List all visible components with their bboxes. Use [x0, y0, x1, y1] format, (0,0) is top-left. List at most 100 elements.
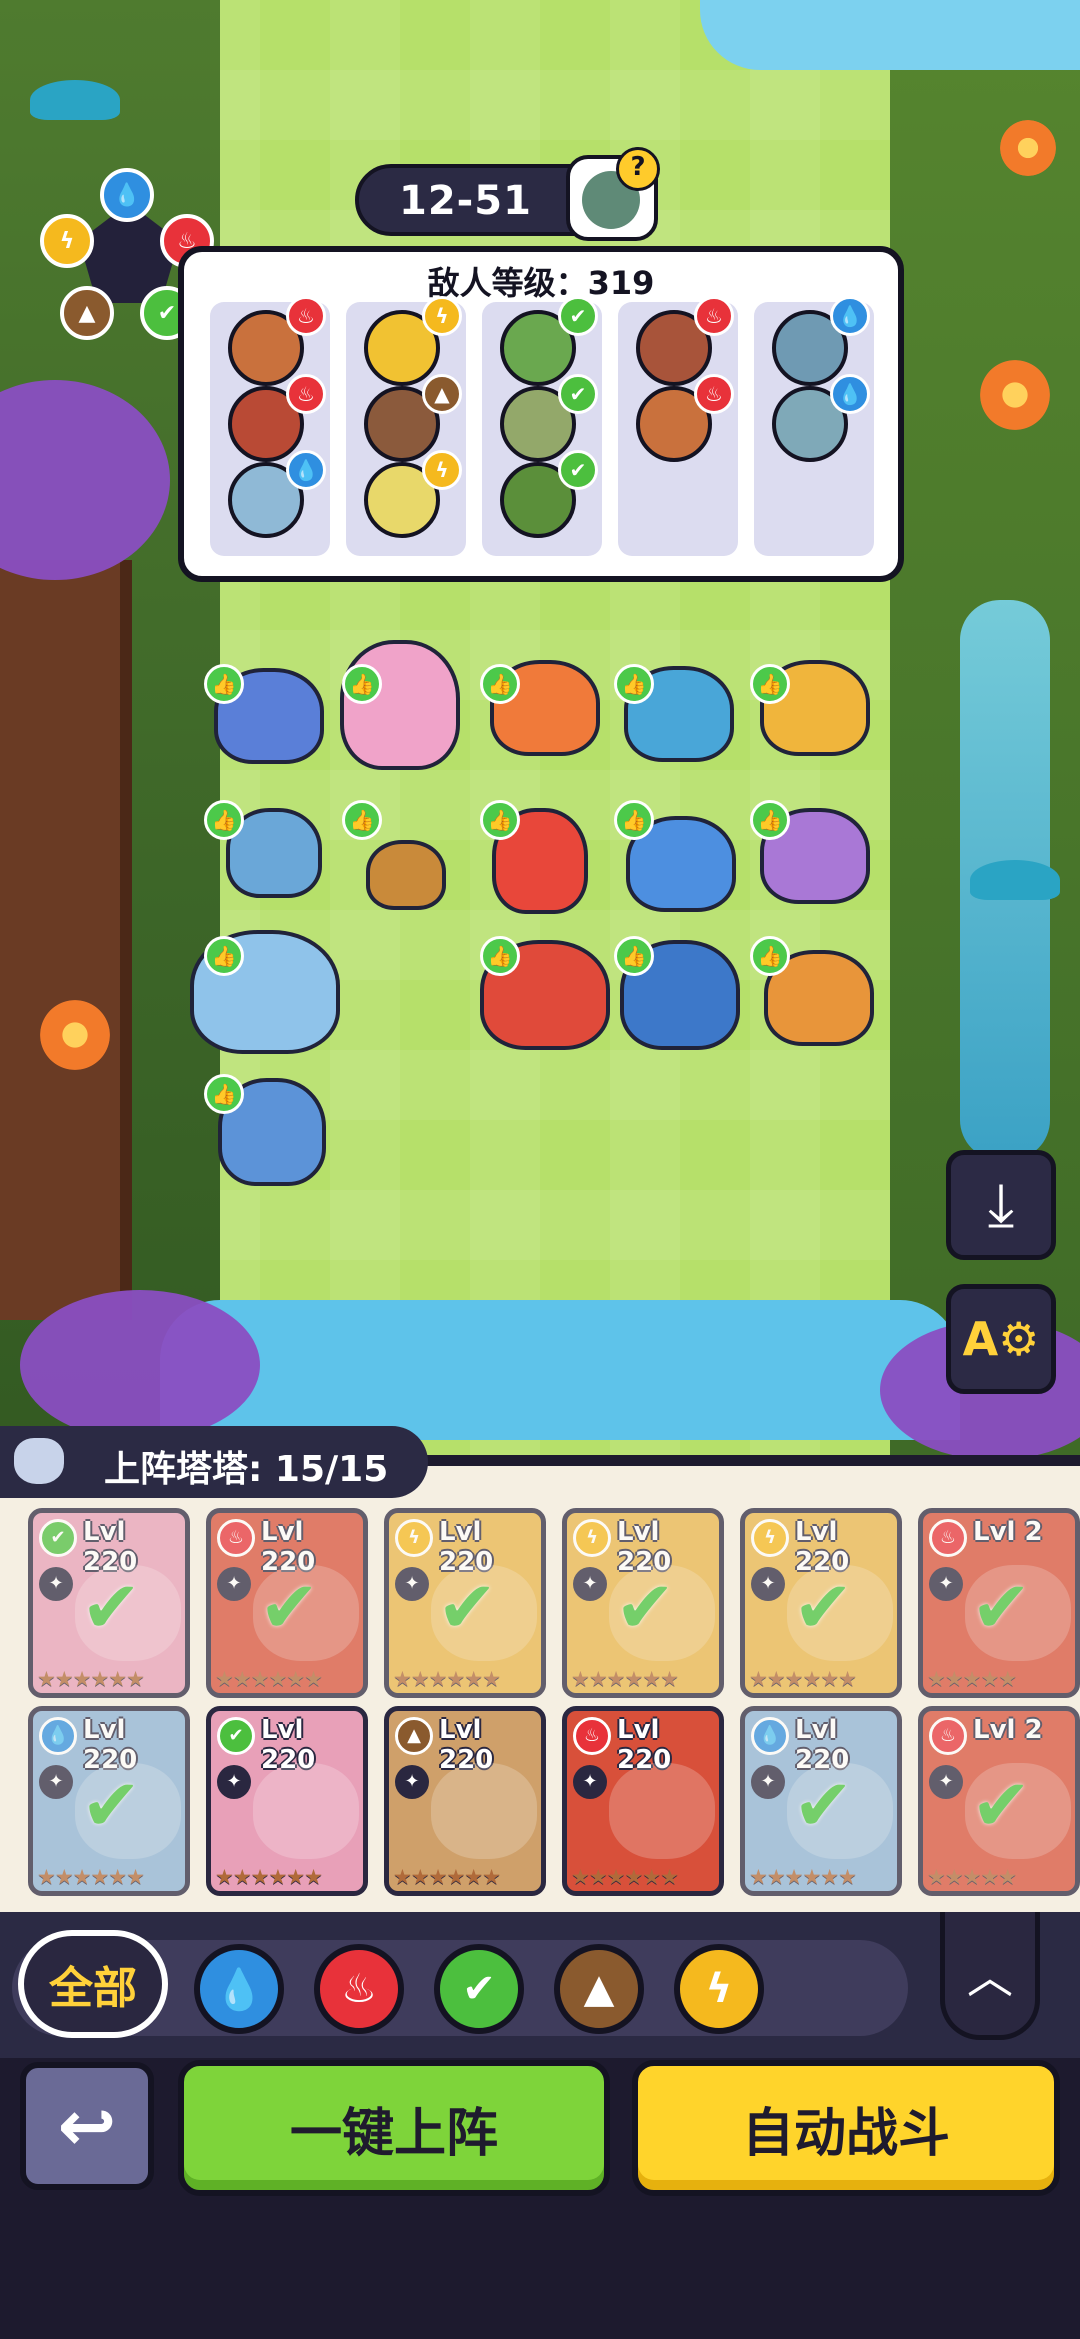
back-button[interactable]: ↩ [20, 2062, 154, 2190]
save-team-button[interactable]: ⤓ [946, 1150, 1056, 1260]
checkmark-icon: ✔ [793, 1565, 854, 1649]
flame-icon: ♨ [929, 1519, 967, 1557]
checkmark-icon: ✔ [259, 1565, 320, 1649]
checkmark-icon: ✔ [81, 1763, 142, 1847]
flower-decor [40, 1000, 110, 1070]
leaf-icon: ✔ [39, 1519, 77, 1557]
creature-portrait [609, 1763, 715, 1859]
star-rating: ★★★★★★ [571, 1667, 679, 1691]
flame-icon: ♨ [286, 374, 326, 414]
star-rating: ★★★★★ [927, 1865, 1017, 1889]
roster-card[interactable]: ✔ Lvl 220 ✦ ✔ ★★★★★★ [28, 1508, 190, 1698]
card-level: Lvl 2 [973, 1517, 1043, 1547]
roster-card[interactable]: 💧 Lvl 220 ✦ ✔ ★★★★★★ [740, 1706, 902, 1896]
filter-grass-button[interactable]: ✔ [434, 1944, 524, 2034]
auto-gear-icon: A⚙ [962, 1312, 1040, 1366]
flame-icon: ♨ [694, 296, 734, 336]
card-level: Lvl 2 [973, 1715, 1043, 1745]
water-drop-icon: 💧 [751, 1717, 789, 1755]
checkmark-icon: ✔ [437, 1565, 498, 1649]
river-decor [160, 1300, 960, 1440]
star-rating: ★★★★★★ [571, 1865, 679, 1889]
lightning-icon: ϟ [422, 450, 462, 490]
roster-card[interactable]: ✔ Lvl 220 ✦ ★★★★★★ [206, 1706, 368, 1896]
flame-icon: ♨ [573, 1717, 611, 1755]
flame-icon: ♨ [929, 1717, 967, 1755]
roster-card[interactable]: ϟ Lvl 220 ✦ ✔ ★★★★★★ [562, 1508, 724, 1698]
leaf-icon: ✔ [462, 1966, 496, 2012]
auto-battle-button[interactable]: 自动战斗 [632, 2060, 1060, 2196]
flower-decor [1000, 120, 1056, 176]
water-drop-icon: 💧 [214, 1966, 264, 2013]
placed-creature[interactable] [340, 640, 460, 770]
roster-card[interactable]: ♨ Lvl 220 ✦ ★★★★★★ [562, 1706, 724, 1896]
deploy-label: 一键上阵 [289, 2103, 498, 2164]
filter-water-button[interactable]: 💧 [194, 1944, 284, 2034]
role-icon: ✦ [573, 1765, 607, 1799]
roster-card[interactable]: ▲ Lvl 220 ✦ ★★★★★★ [384, 1706, 546, 1896]
water-top-decor [700, 0, 1080, 70]
filter-all-button[interactable]: 全部 [18, 1930, 168, 2038]
role-icon: ✦ [929, 1765, 963, 1799]
roster-card[interactable]: ♨ Lvl 2 ✦ ✔ ★★★★★ [918, 1508, 1080, 1698]
roster-count: 上阵塔塔: 15/15 [104, 1449, 389, 1490]
enemy-column: ✔ ✔ ✔ [482, 296, 602, 556]
star-rating: ★★★★★★ [37, 1865, 145, 1889]
thumbs-up-icon: 👍 [342, 800, 382, 840]
roster-card[interactable]: 💧 Lvl 220 ✦ ✔ ★★★★★★ [28, 1706, 190, 1896]
flame-icon: ♨ [341, 1966, 377, 2012]
auto-battle-label: 自动战斗 [741, 2103, 950, 2164]
one-click-deploy-button[interactable]: 一键上阵 [178, 2060, 610, 2196]
flame-icon: ♨ [286, 296, 326, 336]
role-icon: ✦ [39, 1765, 73, 1799]
boss-info-button[interactable]: ? [566, 147, 660, 241]
leaf-icon: ✔ [217, 1717, 255, 1755]
checkmark-icon: ✔ [615, 1565, 676, 1649]
flower-decor [980, 360, 1050, 430]
filter-fire-button[interactable]: ♨ [314, 1944, 404, 2034]
role-icon: ✦ [751, 1765, 785, 1799]
enemy-column: ♨ ♨ 💧 [210, 296, 330, 556]
water-drop-icon: 💧 [830, 296, 870, 336]
filter-all-label: 全部 [49, 1963, 137, 2014]
star-rating: ★★★★★★ [37, 1667, 145, 1691]
thumbs-up-icon: 👍 [342, 664, 382, 704]
roster-card[interactable]: ϟ Lvl 220 ✦ ✔ ★★★★★★ [740, 1508, 902, 1698]
role-icon: ✦ [395, 1567, 429, 1601]
star-rating: ★★★★★★ [749, 1865, 857, 1889]
filter-electric-button[interactable]: ϟ [674, 1944, 764, 2034]
water-drop-icon: 💧 [39, 1717, 77, 1755]
leaf-icon: ✔ [558, 374, 598, 414]
water-drop-icon: 💧 [100, 168, 154, 222]
enemy-column: ϟ ▲ ϟ [346, 296, 466, 556]
auto-settings-button[interactable]: A⚙ [946, 1284, 1056, 1394]
chevron-up-icon: ︿ [967, 1949, 1013, 2004]
checkmark-icon: ✔ [971, 1763, 1032, 1847]
thumbs-up-icon: 👍 [204, 1074, 244, 1114]
placed-creature[interactable] [366, 840, 446, 910]
roster-card[interactable]: ♨ Lvl 220 ✦ ✔ ★★★★★★ [206, 1508, 368, 1698]
question-mark-icon: ? [616, 147, 660, 191]
thumbs-up-icon: 👍 [614, 664, 654, 704]
flame-icon: ♨ [694, 374, 734, 414]
role-icon: ✦ [573, 1567, 607, 1601]
mountain-icon: ▲ [395, 1717, 433, 1755]
roster-card[interactable]: ϟ Lvl 220 ✦ ✔ ★★★★★★ [384, 1508, 546, 1698]
mountain-icon: ▲ [422, 374, 462, 414]
lightning-icon: ϟ [395, 1519, 433, 1557]
filter-earth-button[interactable]: ▲ [554, 1944, 644, 2034]
thumbs-up-icon: 👍 [750, 936, 790, 976]
flame-icon: ♨ [217, 1519, 255, 1557]
download-icon: ⤓ [987, 1170, 1015, 1240]
water-drop-icon: 💧 [286, 450, 326, 490]
collapse-roster-button[interactable]: ︿ [940, 1912, 1040, 2040]
star-rating: ★★★★★★ [215, 1667, 323, 1691]
star-rating: ★★★★★★ [393, 1865, 501, 1889]
role-icon: ✦ [39, 1567, 73, 1601]
roster-card[interactable]: ♨ Lvl 2 ✦ ✔ ★★★★★ [918, 1706, 1080, 1896]
return-arrow-icon: ↩ [57, 2085, 117, 2167]
star-rating: ★★★★★ [927, 1667, 1017, 1691]
star-rating: ★★★★★★ [215, 1865, 323, 1889]
enemy-column: 💧 💧 [754, 296, 874, 556]
role-icon: ✦ [751, 1567, 785, 1601]
